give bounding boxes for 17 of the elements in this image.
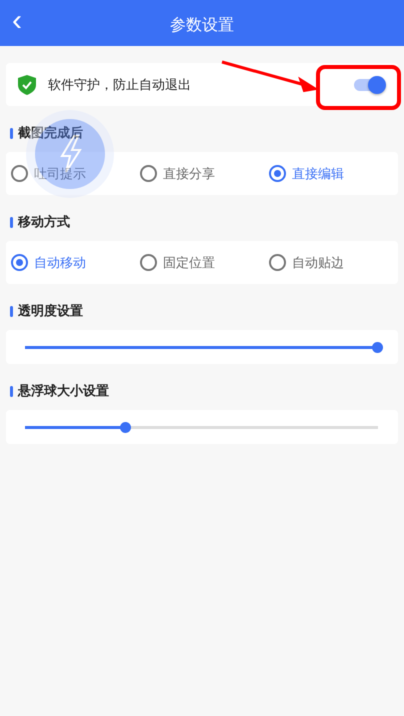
radio-option[interactable]: 自动贴边 [269,254,344,272]
radio-option[interactable]: 直接编辑 [269,164,344,182]
back-button[interactable]: ‹ [8,6,26,36]
protection-switch[interactable] [352,74,386,94]
radio-option[interactable]: 直接分享 [140,164,215,182]
radio-option[interactable]: 吐司提示 [11,164,86,182]
section-title: 移动方式 [18,214,70,231]
section-title: 悬浮球大小设置 [18,383,109,400]
shield-check-icon [18,74,36,94]
protection-label: 软件守护，防止自动退出 [48,76,191,94]
slider-thumb[interactable] [372,342,383,352]
slider-thumb[interactable] [120,422,131,432]
radio-option[interactable]: 自动移动 [11,254,86,272]
radio-option[interactable]: 固定位置 [140,254,215,272]
page-title: 参数设置 [170,14,234,36]
section-title: 透明度设置 [18,302,83,320]
section-title: 截图完成后 [18,124,83,142]
